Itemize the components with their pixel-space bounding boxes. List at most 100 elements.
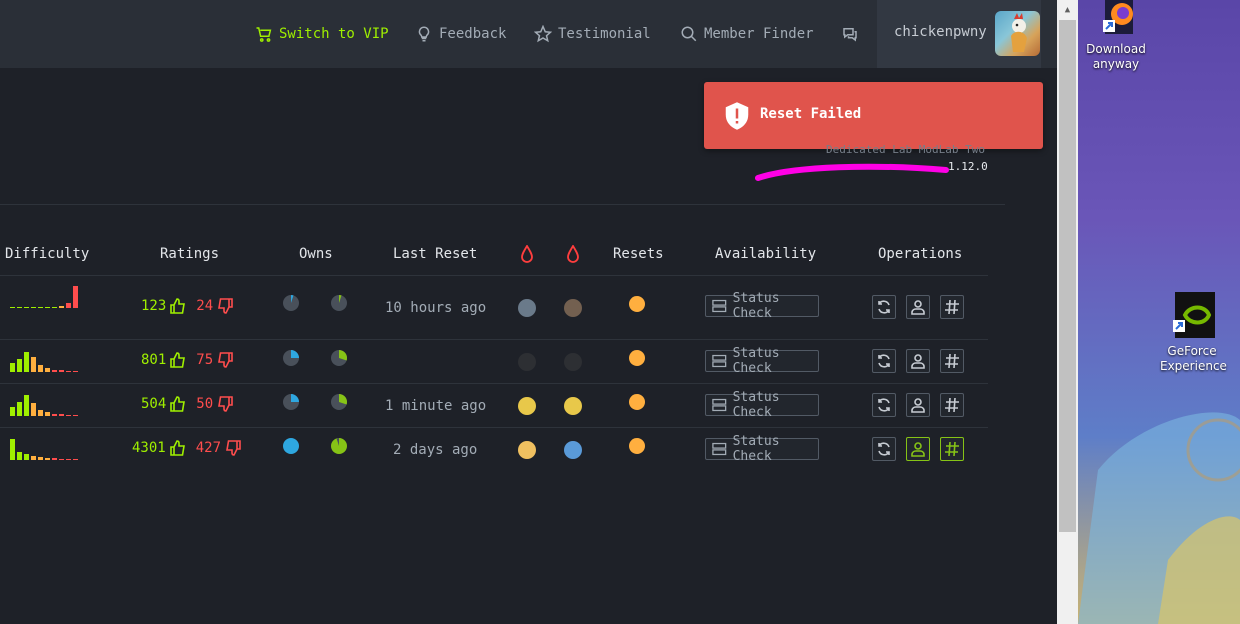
rating-cell: 801 75 — [141, 352, 233, 368]
server-icon — [712, 299, 727, 313]
scroll-up-arrow[interactable]: ▲ — [1057, 0, 1078, 20]
thumbs-up-icon[interactable] — [169, 440, 186, 456]
header-last-reset: Last Reset — [393, 246, 478, 262]
desktop-label-line2: Experience — [1160, 359, 1227, 373]
submit-user-flag-button[interactable] — [906, 349, 930, 373]
thumbs-down-icon[interactable] — [225, 440, 241, 456]
difficulty-chart — [10, 439, 78, 460]
scrollbar-thumb[interactable] — [1059, 20, 1076, 532]
user-menu[interactable]: chickenpwny — [877, 0, 1041, 68]
server-icon — [712, 442, 727, 456]
status-check-button[interactable]: Status Check — [705, 346, 819, 376]
server-icon — [712, 398, 727, 412]
difficulty-chart — [10, 395, 78, 416]
desktop-wallpaper: Download anyway GeForce Experience — [1078, 0, 1240, 624]
desktop-shortcut-download[interactable]: Download anyway — [1086, 0, 1146, 72]
member-finder-link[interactable]: Member Finder — [680, 24, 814, 44]
user-blood-icon — [521, 245, 533, 263]
thumbs-up-icon[interactable] — [170, 298, 186, 314]
row-divider — [0, 275, 988, 276]
username: chickenpwny — [894, 24, 987, 40]
desktop-label-line1: GeForce — [1167, 344, 1217, 358]
section-divider — [0, 204, 1005, 205]
user-icon — [911, 354, 925, 369]
desktop-shortcut-geforce[interactable]: GeForce Experience — [1160, 290, 1227, 374]
status-check-button[interactable]: Status Check — [705, 390, 819, 420]
difficulty-chart — [10, 286, 78, 308]
rating-up-count: 504 — [141, 396, 167, 412]
first-root-blood-avatar[interactable] — [564, 441, 582, 459]
row-divider — [0, 339, 988, 340]
user-icon — [911, 300, 925, 315]
thumbs-down-icon[interactable] — [217, 396, 233, 412]
switch-to-vip-link[interactable]: Switch to VIP — [255, 24, 389, 44]
firefox-icon — [1103, 0, 1133, 34]
user-own-pie — [283, 295, 299, 311]
status-check-label: Status Check — [732, 346, 780, 376]
submit-user-flag-button[interactable] — [906, 437, 930, 461]
submit-root-flag-button[interactable] — [940, 349, 964, 373]
thumbs-up-icon[interactable] — [170, 352, 186, 368]
testimonial-label: Testimonial — [558, 26, 651, 42]
refresh-icon — [878, 300, 890, 314]
refresh-icon — [878, 354, 890, 368]
rating-cell: 504 50 — [141, 396, 233, 412]
header-ratings: Ratings — [160, 246, 220, 262]
root-own-pie — [331, 350, 347, 366]
reset-status-dot — [629, 394, 645, 410]
testimonial-link[interactable]: Testimonial — [534, 24, 651, 44]
first-user-blood-avatar[interactable] — [518, 397, 536, 415]
root-blood-icon — [567, 245, 579, 263]
reset-machine-button[interactable] — [872, 295, 896, 319]
chat-icon — [843, 28, 857, 42]
rating-up-count: 801 — [141, 352, 167, 368]
error-toast[interactable]: Reset Failed — [704, 82, 1043, 149]
user-avatar[interactable] — [995, 11, 1040, 56]
submit-root-flag-button[interactable] — [940, 437, 964, 461]
nvidia-icon — [1173, 292, 1215, 338]
difficulty-chart — [10, 352, 78, 372]
last-reset-time: 2 days ago — [393, 442, 478, 458]
first-user-blood-avatar[interactable] — [518, 441, 536, 459]
first-user-blood-avatar[interactable] — [518, 353, 536, 371]
submit-root-flag-button[interactable] — [940, 393, 964, 417]
submit-user-flag-button[interactable] — [906, 295, 930, 319]
hash-icon — [945, 397, 959, 413]
reset-machine-button[interactable] — [872, 349, 896, 373]
row-divider — [0, 427, 988, 428]
desktop-label-line1: Download — [1086, 42, 1146, 56]
first-root-blood-avatar[interactable] — [564, 299, 582, 317]
first-user-blood-avatar[interactable] — [518, 299, 536, 317]
status-check-button[interactable]: Status Check — [705, 434, 819, 464]
user-icon — [911, 442, 925, 457]
status-check-label: Status Check — [732, 434, 780, 464]
hash-icon — [945, 441, 959, 457]
status-check-label: Status Check — [732, 291, 780, 321]
chat-button[interactable] — [841, 24, 859, 44]
submit-root-flag-button[interactable] — [940, 295, 964, 319]
status-check-button[interactable]: Status Check — [705, 291, 819, 321]
reset-machine-button[interactable] — [872, 393, 896, 417]
header-owns: Owns — [299, 246, 333, 262]
submit-user-flag-button[interactable] — [906, 393, 930, 417]
lightbulb-icon — [418, 26, 430, 42]
reset-status-dot — [629, 350, 645, 366]
thumbs-down-icon[interactable] — [217, 352, 233, 368]
first-root-blood-avatar[interactable] — [564, 353, 582, 371]
feedback-link[interactable]: Feedback — [415, 24, 506, 44]
rating-up-count: 4301 — [132, 440, 166, 456]
server-icon — [712, 354, 727, 368]
thumbs-down-icon[interactable] — [217, 298, 233, 314]
first-root-blood-avatar[interactable] — [564, 397, 582, 415]
reset-machine-button[interactable] — [872, 437, 896, 461]
root-own-pie — [331, 394, 347, 410]
refresh-icon — [878, 398, 890, 412]
header-difficulty: Difficulty — [5, 246, 90, 262]
lab-version: 1.12.0 — [948, 160, 988, 173]
header-resets: Resets — [613, 246, 664, 262]
rating-down-count: 427 — [195, 440, 222, 456]
star-icon — [534, 25, 552, 43]
thumbs-up-icon[interactable] — [170, 396, 186, 412]
row-divider — [0, 383, 988, 384]
last-reset-time: 1 minute ago — [385, 398, 487, 414]
